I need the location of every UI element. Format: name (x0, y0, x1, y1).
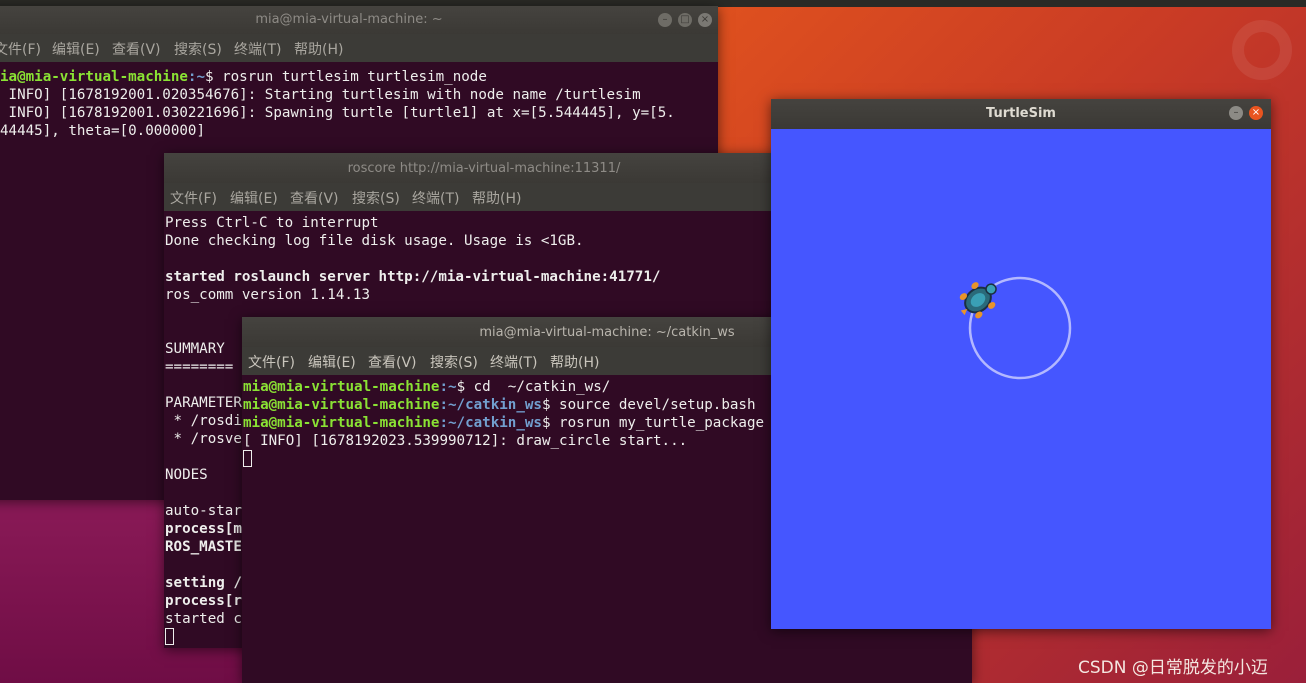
terminal-titlebar[interactable]: roscore http://mia-virtual-machine:11311… (164, 153, 804, 183)
terminal-line: 44445], theta=[0.000000] (0, 123, 205, 139)
terminal-line: ======== (165, 359, 234, 375)
turtle-icon (959, 282, 997, 319)
menu-terminal[interactable]: 终端(T) (490, 352, 537, 372)
minimize-button[interactable]: – (1229, 106, 1243, 120)
terminal-line: mia@mia-virtual-machine:~$ cd ~/catkin_w… (243, 379, 611, 395)
menu-file[interactable]: 文件(F) (170, 188, 217, 208)
terminal-line: INFO] [1678192001.020354676]: Starting t… (0, 87, 641, 103)
terminal-line: mia@mia-virtual-machine:~/catkin_ws$ sou… (243, 397, 756, 413)
menu-view[interactable]: 查看(V) (368, 352, 417, 372)
menu-search[interactable]: 搜索(S) (430, 352, 478, 372)
menu-search[interactable]: 搜索(S) (352, 188, 400, 208)
turtlesim-titlebar[interactable]: TurtleSim – × (771, 99, 1271, 129)
menu-terminal[interactable]: 终端(T) (412, 188, 459, 208)
terminal-line: started roslaunch server http://mia-virt… (165, 269, 661, 285)
terminal-line: Done checking log file disk usage. Usage… (165, 233, 584, 249)
menu-view[interactable]: 查看(V) (112, 39, 161, 59)
terminal-cursor (243, 450, 252, 467)
menu-edit[interactable]: 编辑(E) (230, 188, 278, 208)
terminal-line: ia@mia-virtual-machine:~$ rosrun turtles… (0, 69, 487, 85)
terminal-titlebar[interactable]: mia@mia-virtual-machine: ~ – □ × (0, 6, 718, 34)
window-title: roscore http://mia-virtual-machine:11311… (347, 161, 621, 176)
close-button[interactable]: × (1249, 106, 1263, 120)
terminal-line: NODES (165, 467, 208, 483)
turtlesim-canvas (771, 129, 1271, 629)
minimize-button[interactable]: – (658, 13, 672, 27)
terminal-line: ros_comm version 1.14.13 (165, 287, 370, 303)
menu-edit[interactable]: 编辑(E) (308, 352, 356, 372)
window-title: mia@mia-virtual-machine: ~ (255, 12, 443, 27)
terminal-cursor (165, 628, 174, 645)
terminal-line: SUMMARY (165, 341, 225, 357)
menu-edit[interactable]: 编辑(E) (52, 39, 100, 59)
terminal-line: PARAMETERS (165, 395, 251, 411)
maximize-button[interactable]: □ (678, 13, 692, 27)
terminal-line: INFO] [1678192001.030221696]: Spawning t… (0, 105, 675, 121)
menu-file[interactable]: 文件(F) (0, 39, 41, 59)
terminal-line: [ INFO] [1678192023.539990712]: draw_cir… (243, 433, 688, 449)
csdn-watermark: CSDN @日常脱发的小迈 (1078, 658, 1268, 678)
menu-help[interactable]: 帮助(H) (550, 352, 599, 372)
ubuntu-wallpaper-ring (1232, 20, 1292, 80)
menu-help[interactable]: 帮助(H) (294, 39, 343, 59)
menu-help[interactable]: 帮助(H) (472, 188, 521, 208)
menu-view[interactable]: 查看(V) (290, 188, 339, 208)
menu-file[interactable]: 文件(F) (248, 352, 295, 372)
menubar: 文件(F) 编辑(E) 查看(V) 搜索(S) 终端(T) 帮助(H) (0, 34, 718, 62)
menu-search[interactable]: 搜索(S) (174, 39, 222, 59)
menu-terminal[interactable]: 终端(T) (234, 39, 281, 59)
turtlesim-drawing (959, 276, 1072, 380)
turtlesim-window[interactable]: TurtleSim – × (771, 99, 1271, 629)
terminal-line: Press Ctrl-C to interrupt (165, 215, 379, 231)
menubar: 文件(F) 编辑(E) 查看(V) 搜索(S) 终端(T) 帮助(H) (164, 183, 804, 211)
window-title: TurtleSim (986, 106, 1056, 121)
close-button[interactable]: × (698, 13, 712, 27)
